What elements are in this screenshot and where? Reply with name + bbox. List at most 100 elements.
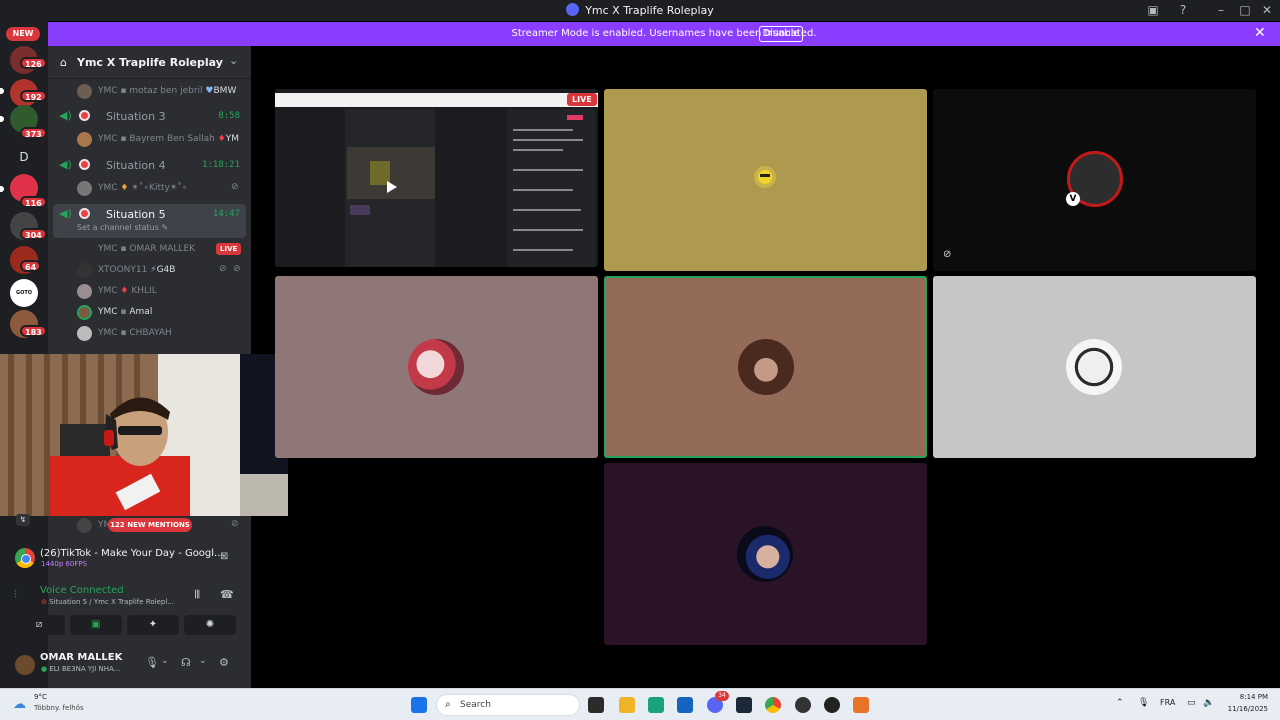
new-mentions-pill[interactable]: 122 NEW MENTIONS xyxy=(108,518,192,532)
voice-user[interactable]: YMC ▪ OMAR MALLEK LIVE xyxy=(73,239,245,260)
maximize-icon[interactable]: □ xyxy=(1236,2,1254,19)
activities-button[interactable]: ✦ xyxy=(127,615,179,635)
headphones-icon[interactable]: ☊ xyxy=(181,656,191,669)
webcam-image xyxy=(0,354,288,516)
screen-share-button[interactable]: ▣ xyxy=(70,615,122,635)
channel-timer: 8:58 xyxy=(218,111,240,121)
microphone-tray-icon[interactable]: 🎙 xyxy=(1138,698,1149,708)
windows-start-icon[interactable] xyxy=(411,697,427,713)
voice-channel-situation-5[interactable]: ◀) Situation 5 14:47 Set a channel statu… xyxy=(53,204,246,238)
camera-off-icon: ⊘ xyxy=(943,249,952,260)
media-player-icon[interactable] xyxy=(824,697,840,713)
screen-share-tile[interactable] xyxy=(275,89,598,267)
disable-streamer-mode-button[interactable]: Disable xyxy=(759,26,803,42)
voice-user[interactable]: XTOONY11 ⚡G4B ⊘ ⊘ xyxy=(73,260,245,281)
muted-icon: ⊘ xyxy=(219,264,227,274)
network-icon[interactable]: ▭ xyxy=(1187,698,1196,708)
speaker-icon: ◀) xyxy=(59,207,72,220)
voice-channel-situation-3[interactable]: ◀) Situation 3 8:58 xyxy=(53,106,246,128)
camera-off-button[interactable]: ⧄ xyxy=(13,615,65,635)
avatar xyxy=(77,181,92,196)
weather-icon[interactable]: ☁ xyxy=(13,697,26,712)
voice-connected-status[interactable]: Voice Connected xyxy=(40,585,124,596)
minimize-icon[interactable]: – xyxy=(1212,2,1230,19)
activities-icon: ✦ xyxy=(148,619,158,630)
video-tile-6[interactable] xyxy=(604,463,927,645)
avatar xyxy=(737,526,793,582)
server-name: Ymc X Traplife Roleplay xyxy=(77,56,223,69)
language-indicator[interactable]: FRA xyxy=(1160,698,1175,707)
voice-user[interactable]: YMC ▪ Bayrem Ben Sallah ♦YM xyxy=(73,129,245,150)
avatar xyxy=(77,263,92,278)
steam-icon[interactable] xyxy=(736,697,752,713)
settings-gear-icon[interactable]: ⚙ xyxy=(219,656,229,669)
unread-pip xyxy=(0,88,4,94)
signal-icon[interactable]: ⫶ xyxy=(14,588,17,602)
taskbar-search[interactable]: ⌕ Search xyxy=(436,694,580,716)
activity-panel[interactable]: (26)TikTok - Make Your Day - Googl... 14… xyxy=(5,540,245,574)
voice-user-name: YMC ▪ Amal xyxy=(98,307,153,317)
server-badge-1: 126 xyxy=(20,57,47,69)
edge-icon[interactable] xyxy=(648,697,664,713)
store-icon[interactable] xyxy=(677,697,693,713)
voice-user[interactable]: YMC ♦ ✴˚∘Kitty✴˚∘ ⊘ xyxy=(73,178,245,199)
voice-location[interactable]: ⊘ Situation 5 / Ymc X Traplife Rolepl... xyxy=(41,598,174,606)
weather-temp[interactable]: 9°C xyxy=(34,693,47,701)
tray-chevron-icon[interactable]: ⌃ xyxy=(1116,698,1124,708)
server-icon-d[interactable]: D xyxy=(10,143,38,171)
disconnect-icon[interactable]: ☎ xyxy=(220,588,234,601)
video-tile-1[interactable] xyxy=(604,89,927,271)
help-icon[interactable]: ? xyxy=(1174,2,1192,19)
video-tile-3[interactable] xyxy=(275,276,598,458)
voice-user-name: YMC ♦ ✴˚∘Kitty✴˚∘ xyxy=(98,183,188,193)
server-header[interactable]: ⌂ Ymc X Traplife Roleplay ⌄ xyxy=(48,46,251,79)
avatar[interactable] xyxy=(15,655,35,675)
voice-channel-situation-4[interactable]: ◀) Situation 4 1:18:21 xyxy=(53,155,246,177)
webcam-overlay xyxy=(0,354,288,516)
video-tile-5[interactable] xyxy=(933,276,1256,458)
inbox-icon[interactable]: ▣ xyxy=(1144,2,1162,19)
pencil-icon: ✎ xyxy=(161,223,169,232)
user-name: CHBAYAH xyxy=(129,328,172,338)
user-name: Amal xyxy=(129,307,153,317)
video-tile-2[interactable]: V ⊘ xyxy=(933,89,1256,271)
app-icon[interactable] xyxy=(795,697,811,713)
server-icon-goto-match[interactable]: GOTO MATCH xyxy=(10,279,38,324)
soundboard-button[interactable]: ✺ xyxy=(184,615,236,635)
window-title: Ymc X Traplife Roleplay xyxy=(0,3,1280,17)
close-window-icon[interactable]: ✕ xyxy=(1258,2,1276,19)
close-banner-icon[interactable]: ✕ xyxy=(1254,25,1266,41)
chrome-taskbar-icon[interactable] xyxy=(765,697,781,713)
voice-user[interactable]: YMC ▪ motaz ben jebril ♥BMW xyxy=(73,81,245,102)
download-apps-icon[interactable]: ↯ xyxy=(16,514,30,526)
chevron-down-icon[interactable]: ⌄ xyxy=(229,54,238,67)
file-explorer-icon[interactable] xyxy=(619,697,635,713)
channel-timer: 14:47 xyxy=(212,209,240,219)
voice-user[interactable]: YMC ▪ Amal xyxy=(73,302,245,323)
server-badge-5: 304 xyxy=(20,228,47,240)
noise-suppression-icon[interactable]: 𝄃𝄃 xyxy=(195,588,200,602)
volume-icon[interactable]: 🔈 xyxy=(1203,698,1214,708)
microphone-icon[interactable]: 🎙 xyxy=(145,656,159,669)
chevron-down-icon[interactable]: ⌄ xyxy=(199,656,207,666)
voice-user[interactable]: YMC ♦ KHLIL xyxy=(73,281,245,302)
chevron-down-icon[interactable]: ⌄ xyxy=(161,656,169,666)
server-badge-2: 192 xyxy=(20,90,47,102)
user-prefix: YMC xyxy=(98,86,118,96)
user-name: Bayrem Ben Sallah xyxy=(129,134,215,144)
channel-name: Situation 4 xyxy=(106,159,166,172)
activity-title: (26)TikTok - Make Your Day - Googl... xyxy=(40,548,224,559)
task-view-icon[interactable] xyxy=(588,697,604,713)
heart-icon: ♥ xyxy=(205,86,214,96)
clock-time[interactable]: 8:14 PM xyxy=(1228,693,1268,701)
channel-status[interactable]: Set a channel status ✎ xyxy=(77,223,168,232)
weather-description[interactable]: Többny. felhös xyxy=(34,704,84,712)
user-panel-name[interactable]: OMAR MALLEK xyxy=(40,652,122,663)
voice-location-text: Situation 5 / Ymc X Traplife Rolepl... xyxy=(49,598,174,606)
clock-date[interactable]: 11/16/2025 xyxy=(1218,705,1268,713)
stop-stream-icon[interactable]: ⊠ xyxy=(220,551,228,562)
new-badge[interactable]: NEW xyxy=(6,27,40,41)
voice-user[interactable]: YMC ▪ CHBAYAH xyxy=(73,323,245,344)
app-icon-orange[interactable] xyxy=(853,697,869,713)
video-tile-4-speaking[interactable] xyxy=(604,276,927,458)
